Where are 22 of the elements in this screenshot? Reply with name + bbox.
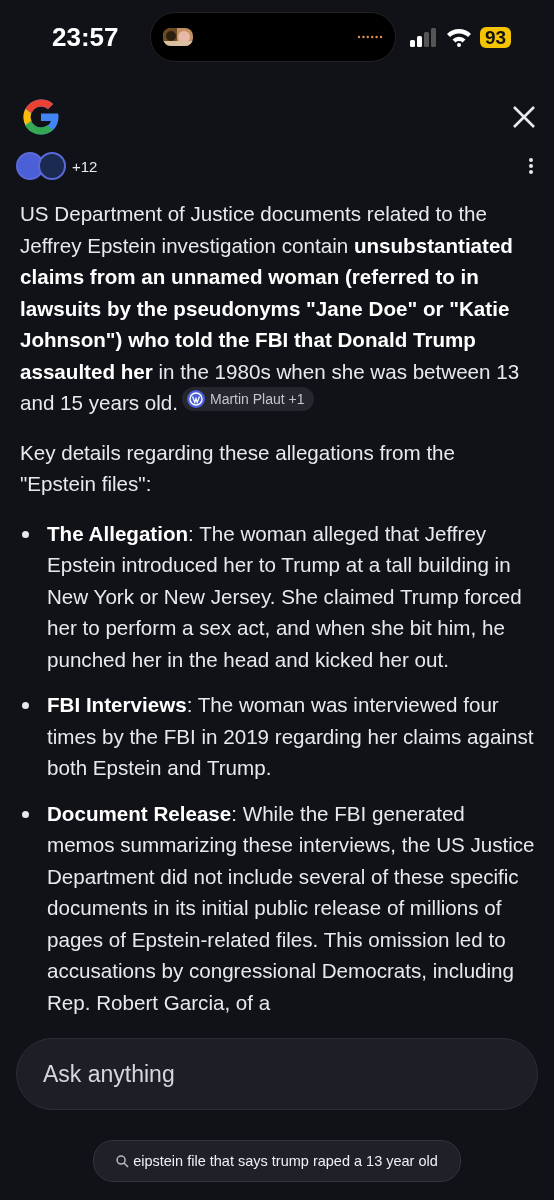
bullet-text: FBI Interviews: The woman was interviewed four times by the FBI in 2019 regarding her claims against both Epstein and Trump. xyxy=(47,692,535,781)
citation-chip[interactable]: Martin Plaut +1 xyxy=(182,387,314,411)
ask-field[interactable]: Ask anything xyxy=(16,1038,538,1110)
bullet-icon xyxy=(22,810,29,818)
source-avatar[interactable] xyxy=(38,152,66,180)
bullet-icon xyxy=(22,530,29,538)
wifi-icon xyxy=(446,27,472,47)
bullet-text: Document Release: While the FBI generated memos summarizing these interviews, the US Justice Department did not include several of these specific documents in its initial public release of millions of pages of Epstein-related files. This omission led to accusations by congressional Democrats, including Rep. Robert Garcia, of a xyxy=(47,800,536,1016)
search-icon xyxy=(116,1154,130,1168)
answer-paragraph: US Department of Justice documents related to the Jeffrey Epstein investigation contain unsubstantiated claims from an unnamed woman (referred to in lawsuits by the pseudonyms "Jane Doe" or "Katie Johnson") who told the FBI that Donald Trump assaulted her in the 1980s when she was between 13 and 15 years old. Martin Plaut +1 xyxy=(20,201,521,416)
status-time: 23:57 xyxy=(52,21,120,53)
answer-paragraph: Key details regarding these allegations from the "Epstein files": xyxy=(20,439,456,497)
more-sources-count[interactable]: +12 xyxy=(72,157,98,175)
signal-icon xyxy=(410,27,438,47)
close-icon[interactable] xyxy=(512,105,536,129)
more-icon[interactable] xyxy=(528,157,534,175)
query-chip[interactable]: eipstein file that says trump raped a 13 year old xyxy=(93,1140,461,1182)
dots-icon xyxy=(357,35,383,39)
bullet-icon xyxy=(22,702,29,709)
wordpress-icon xyxy=(187,390,205,408)
battery-level: 93 xyxy=(480,26,512,48)
bullet-text: The Allegation: The woman alleged that Jeffrey Epstein introduced her to Trump at a tall building in New York or New Jersey. She claimed Trump forced her to perform a sex act, and when she bit him, he punched her in the head and kicked her out. xyxy=(47,520,523,673)
